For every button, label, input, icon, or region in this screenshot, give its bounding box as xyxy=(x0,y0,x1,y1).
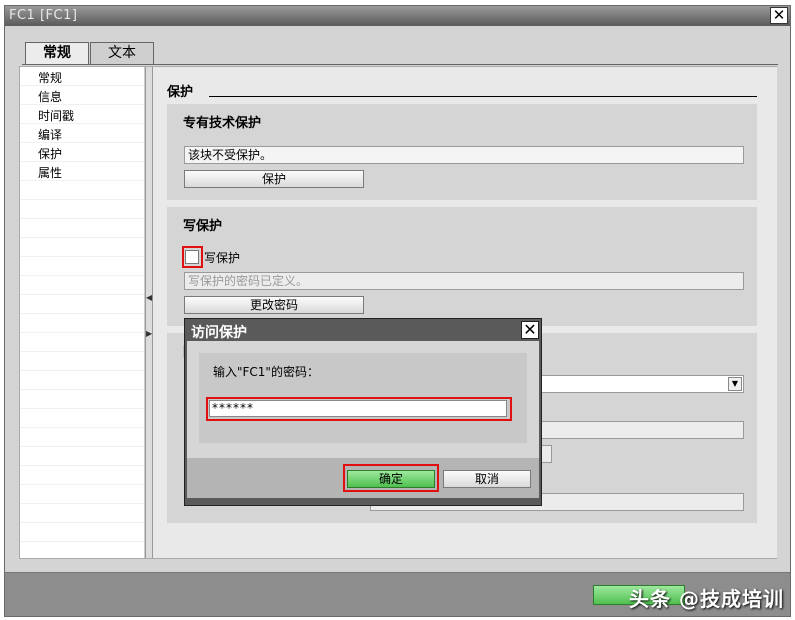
write-protection-label: 写保护 xyxy=(204,251,241,265)
checkbox-highlight xyxy=(182,246,203,268)
dialog-close-button[interactable]: ✕ xyxy=(521,321,539,339)
password-prompt: 输入"FC1"的密码： xyxy=(213,365,319,379)
tab-divider xyxy=(22,64,778,65)
know-how-protection-section: 专有技术保护 该块不受保护。 保护 xyxy=(167,104,757,200)
change-password-button[interactable]: 更改密码 xyxy=(184,296,364,314)
navigation-list: 常规 信息 时间戳 编译 保护 属性 xyxy=(20,67,145,558)
dialog-footer: 确定 取消 xyxy=(187,458,539,498)
nav-item-attributes[interactable]: 属性 xyxy=(38,164,62,182)
bottom-bar: 头条 @技成培训 xyxy=(5,572,790,616)
dialog-body: 输入"FC1"的密码： ****** xyxy=(187,341,539,458)
expand-right-icon[interactable]: ▶ xyxy=(146,329,152,339)
protect-button[interactable]: 保护 xyxy=(184,170,364,188)
close-icon: ✕ xyxy=(772,6,786,24)
heading-divider xyxy=(209,96,757,97)
access-protection-dialog: 访问保护 ✕ 输入"FC1"的密码： ****** 确定 取消 xyxy=(184,318,542,506)
nav-item-compile[interactable]: 编译 xyxy=(38,126,62,144)
know-how-status-field: 该块不受保护。 xyxy=(184,146,744,164)
close-window-button[interactable]: ✕ xyxy=(770,7,788,24)
nav-item-general[interactable]: 常规 xyxy=(38,69,62,87)
collapse-left-icon[interactable]: ◀ xyxy=(146,293,152,303)
password-highlight xyxy=(206,397,512,421)
properties-window: FC1 [FC1] ✕ 常规 文本 常规 信息 时间戳 编译 保护 属性 ◀ ▶… xyxy=(4,5,791,617)
chevron-down-icon[interactable]: ▼ xyxy=(728,377,742,391)
panel-splitter[interactable]: ◀ ▶ xyxy=(145,67,153,558)
know-how-title: 专有技术保护 xyxy=(183,116,262,131)
watermark-text: 头条 @技成培训 xyxy=(629,587,784,611)
nav-item-protection[interactable]: 保护 xyxy=(38,145,62,163)
dialog-title: 访问保护 xyxy=(191,325,247,341)
close-icon: ✕ xyxy=(523,320,537,339)
title-bar[interactable]: FC1 [FC1] ✕ xyxy=(5,6,790,26)
nav-item-information[interactable]: 信息 xyxy=(38,88,62,106)
write-protection-title: 写保护 xyxy=(183,219,223,234)
page-title: 保护 xyxy=(167,85,194,100)
window-title: FC1 [FC1] xyxy=(9,8,78,23)
nav-item-timestamp[interactable]: 时间戳 xyxy=(38,107,74,125)
tab-general[interactable]: 常规 xyxy=(25,42,89,65)
cancel-button[interactable]: 取消 xyxy=(443,470,531,488)
ok-button-highlight xyxy=(343,464,439,492)
tab-text[interactable]: 文本 xyxy=(90,42,154,64)
write-protection-status-field: 写保护的密码已定义。 xyxy=(184,272,744,290)
write-protection-section: 写保护 写保护 写保护的密码已定义。 更改密码 xyxy=(167,207,757,326)
